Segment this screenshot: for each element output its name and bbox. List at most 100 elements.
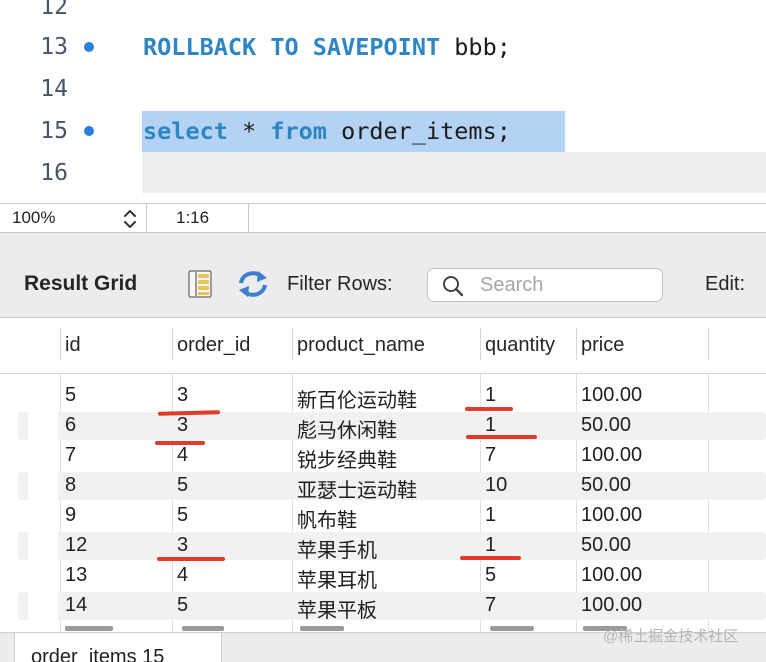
table-row[interactable]: 12 3 苹果手机 1 50.00 [0,531,766,563]
annotation-underline [157,557,225,561]
editor-line: 12 [0,0,766,28]
editor-line: 16 [0,152,766,194]
row-selector[interactable] [28,592,58,620]
column-header-order-id[interactable]: order_id [177,334,250,357]
row-selector[interactable] [28,472,58,500]
cell-quantity[interactable]: 1 [485,504,496,527]
cell-order-id[interactable]: 4 [177,564,188,587]
table-row[interactable]: 5 3 新百伦运动鞋 1 100.00 [0,381,766,413]
column-separator[interactable] [708,328,709,360]
edit-label: Edit: [705,273,746,295]
tab-order-items[interactable]: order_items 15 [14,633,222,662]
table-row[interactable]: 7 4 锐步经典鞋 7 100.00 [0,441,766,473]
cell-id[interactable]: 6 [65,414,76,437]
cell-id[interactable]: 5 [65,384,76,407]
cell-quantity[interactable]: 7 [485,444,496,467]
cell-id[interactable]: 13 [65,564,87,587]
cell-price[interactable]: 100.00 [581,564,642,587]
column-header-product-name[interactable]: product_name [297,334,425,357]
cell-price[interactable]: 100.00 [581,594,642,617]
cell-id[interactable]: 12 [65,534,87,557]
cell-order-id[interactable]: 5 [177,594,188,617]
search-icon [443,276,464,297]
result-grid[interactable]: id order_id product_name quantity price … [0,318,766,632]
watermark: @稀土掘金技术社区 [603,628,739,645]
column-header-id[interactable]: id [65,334,81,357]
table-row[interactable]: 14 5 苹果平板 7 100.00 [0,591,766,623]
cell-price[interactable]: 100.00 [581,384,642,407]
editor-status-bar: 100% 1:16 [0,203,766,234]
divider [248,204,249,234]
cell-quantity[interactable]: 10 [485,474,507,497]
grid-header: id order_id product_name quantity price [0,318,766,374]
panel-splitter[interactable] [0,233,766,253]
table-row[interactable]: 13 4 苹果耳机 5 100.00 [0,561,766,593]
zoom-level[interactable]: 100% [12,208,55,228]
column-separator[interactable] [60,328,61,360]
cell-id[interactable]: 7 [65,444,76,467]
cell-order-id[interactable]: 3 [177,414,188,437]
column-separator[interactable] [576,328,577,360]
cursor-position: 1:16 [176,208,210,227]
cell-product-name[interactable]: 苹果平板 [297,594,377,623]
line-number: 16 [40,160,68,186]
filter-search-input[interactable]: Search [427,268,663,302]
cell-order-id[interactable]: 3 [177,384,188,407]
cell-quantity[interactable]: 5 [485,564,496,587]
scroll-indicator [65,626,113,631]
statement-marker-icon[interactable] [84,126,94,136]
scroll-indicator [490,626,534,631]
cell-product-name[interactable]: 彪马休闲鞋 [297,414,397,443]
column-header-quantity[interactable]: quantity [485,334,555,357]
code-text[interactable]: ROLLBACK TO SAVEPOINT bbb; [143,26,511,68]
cell-price[interactable]: 50.00 [581,534,631,557]
editor-line[interactable]: 15 select * from order_items; [0,110,766,152]
cell-order-id[interactable]: 5 [177,504,188,527]
row-selector[interactable] [28,412,58,440]
cell-id[interactable]: 14 [65,594,87,617]
cell-product-name[interactable]: 锐步经典鞋 [297,444,397,473]
row-selector[interactable] [28,532,58,560]
cell-price[interactable]: 50.00 [581,414,631,437]
cell-product-name[interactable]: 新百伦运动鞋 [297,384,417,413]
cell-product-name[interactable]: 苹果手机 [297,534,377,563]
sql-operator: * [227,117,271,145]
cell-price[interactable]: 50.00 [581,474,631,497]
refresh-icon[interactable] [236,269,270,299]
table-row[interactable]: 6 3 彪马休闲鞋 1 50.00 [0,411,766,443]
statement-marker-icon[interactable] [84,42,94,52]
table-row[interactable]: 9 5 帆布鞋 1 100.00 [0,501,766,533]
editor-line[interactable]: 13 ROLLBACK TO SAVEPOINT bbb; [0,26,766,68]
form-editor-icon[interactable] [187,269,213,299]
cell-id[interactable]: 9 [65,504,76,527]
cell-order-id[interactable]: 4 [177,444,188,467]
cell-quantity[interactable]: 7 [485,594,496,617]
cell-product-name[interactable]: 亚瑟士运动鞋 [297,474,417,503]
sql-editor[interactable]: 12 13 ROLLBACK TO SAVEPOINT bbb; 14 15 s… [0,0,766,203]
cell-quantity[interactable]: 1 [485,534,496,557]
cell-product-name[interactable]: 帆布鞋 [297,504,357,533]
filter-rows-label: Filter Rows: [287,273,393,295]
cell-id[interactable]: 8 [65,474,76,497]
cell-product-name[interactable]: 苹果耳机 [297,564,377,593]
cell-order-id[interactable]: 3 [177,534,188,557]
search-placeholder: Search [480,274,544,296]
cell-price[interactable]: 100.00 [581,444,642,467]
tab-label: order_items 15 [31,646,165,662]
editor-line: 14 [0,68,766,110]
column-separator[interactable] [172,328,173,360]
chevron-updown-icon[interactable] [121,208,139,230]
annotation-underline [465,407,513,411]
table-row[interactable]: 8 5 亚瑟士运动鞋 10 50.00 [0,471,766,503]
annotation-underline [155,441,205,445]
cell-order-id[interactable]: 5 [177,474,188,497]
column-separator[interactable] [480,328,481,360]
result-grid-title[interactable]: Result Grid [24,272,137,296]
cell-quantity[interactable]: 1 [485,414,496,437]
cell-quantity[interactable]: 1 [485,384,496,407]
code-text[interactable]: select * from order_items; [143,110,511,152]
divider [146,204,147,234]
column-separator[interactable] [292,328,293,360]
cell-price[interactable]: 100.00 [581,504,642,527]
column-header-price[interactable]: price [581,334,624,357]
